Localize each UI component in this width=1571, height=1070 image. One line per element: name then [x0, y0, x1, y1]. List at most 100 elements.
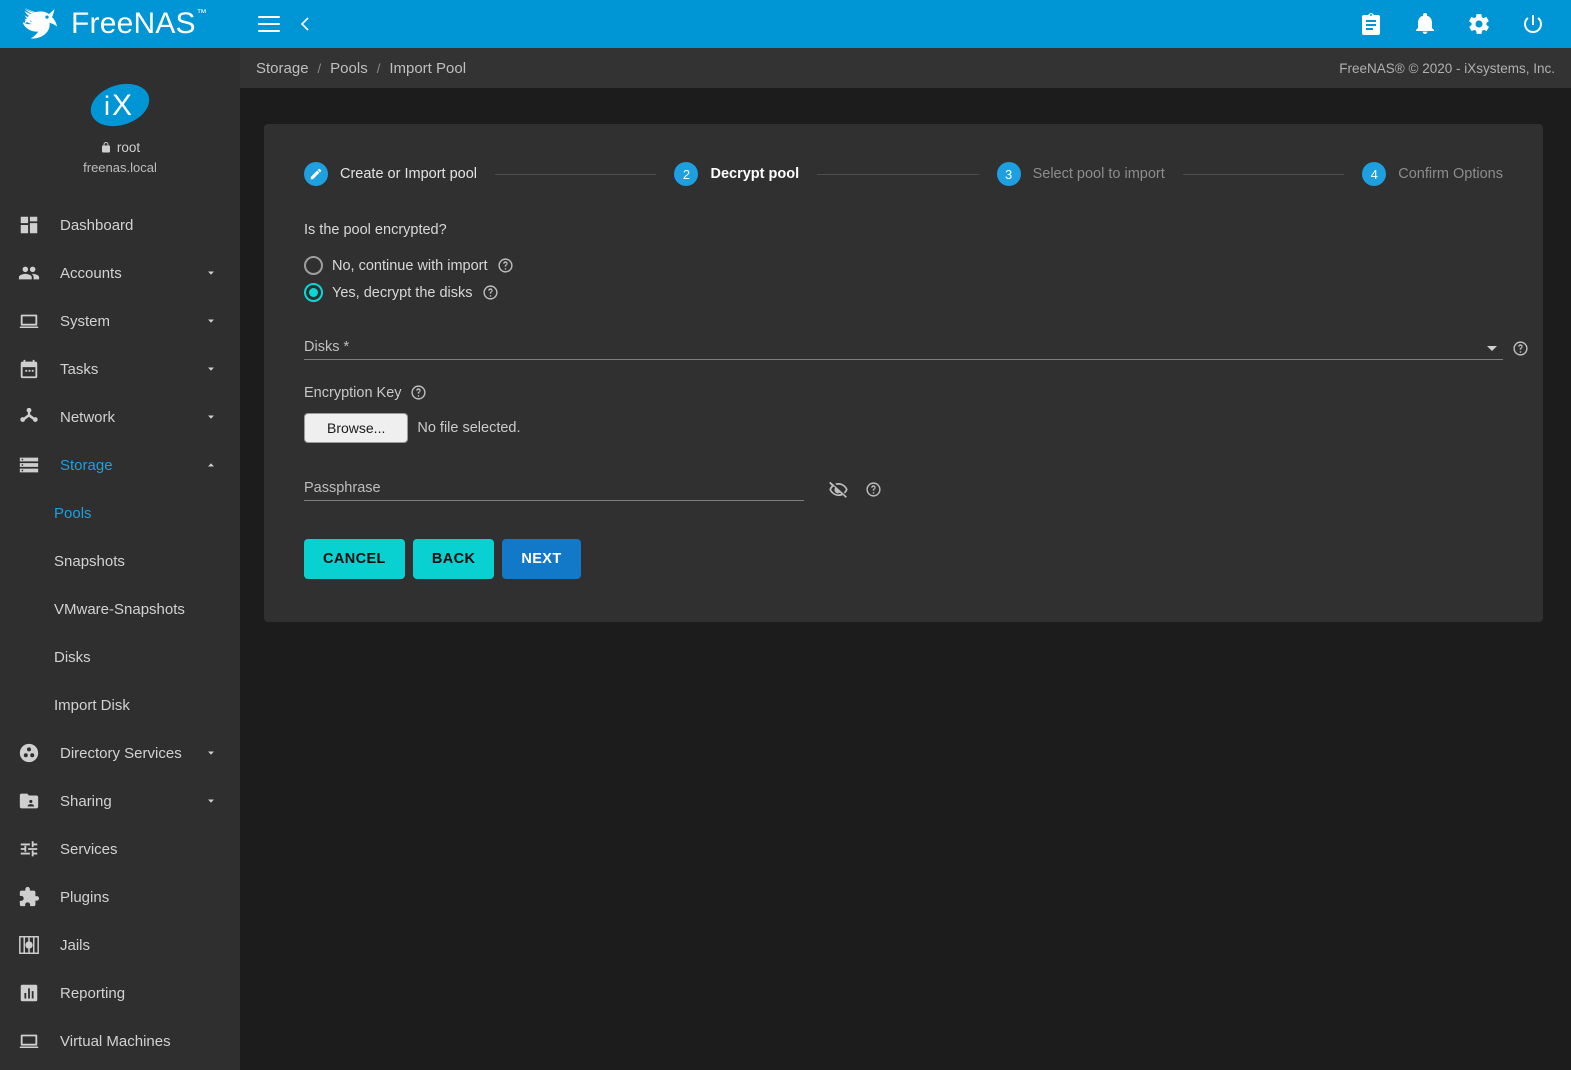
- chevron-down-icon[interactable]: [204, 410, 218, 424]
- sidebar-navigation: i X root freenas.local Dashboard: [0, 48, 240, 1070]
- settings-gear-icon[interactable]: [1467, 12, 1491, 36]
- breadcrumb-item-storage[interactable]: Storage: [256, 60, 309, 77]
- sidebar-item-label: Reporting: [60, 985, 240, 1002]
- sidebar-item-label: Plugins: [60, 889, 240, 906]
- sidebar-item-tasks[interactable]: Tasks: [0, 345, 240, 393]
- sidebar-item-import-disk[interactable]: Import Disk: [0, 681, 240, 729]
- encryption-key-label-row: Encryption Key: [304, 384, 1503, 401]
- breadcrumb-bar: Storage / Pools / Import Pool FreeNAS® ©…: [240, 48, 1571, 88]
- sidebar-item-jails[interactable]: Jails: [0, 921, 240, 969]
- disks-select-field[interactable]: Disks *: [304, 332, 1503, 360]
- chevron-left-icon[interactable]: [296, 14, 316, 34]
- sidebar-item-storage[interactable]: Storage: [0, 441, 240, 489]
- wizard-step-4-number: 4: [1362, 162, 1386, 186]
- trademark-symbol: ™: [197, 9, 207, 19]
- ixsystems-logo-icon: i X: [89, 80, 151, 130]
- accounts-people-icon: [14, 261, 44, 285]
- sidebar-item-disks[interactable]: Disks: [0, 633, 240, 681]
- sidebar-item-dashboard[interactable]: Dashboard: [0, 201, 240, 249]
- power-icon[interactable]: [1521, 12, 1545, 36]
- chevron-down-icon[interactable]: [204, 362, 218, 376]
- chevron-down-icon[interactable]: [204, 794, 218, 808]
- chevron-down-icon[interactable]: [204, 266, 218, 280]
- profile-username-row: root: [0, 140, 240, 155]
- passphrase-placeholder: Passphrase: [304, 480, 381, 500]
- brand-logo-area[interactable]: FreeNAS ™: [0, 0, 240, 48]
- sharing-folder-icon: [14, 789, 44, 813]
- radio-option-label: No, continue with import: [332, 258, 488, 274]
- radio-option-no-continue-import[interactable]: No, continue with import: [304, 252, 1503, 279]
- storage-stack-icon: [14, 453, 44, 477]
- stepper-connector-3: [1183, 174, 1344, 175]
- sidebar-item-system[interactable]: System: [0, 297, 240, 345]
- sidebar-item-directory-services[interactable]: Directory Services: [0, 729, 240, 777]
- encryption-key-label: Encryption Key: [304, 385, 402, 401]
- eye-off-icon[interactable]: [828, 479, 849, 500]
- breadcrumb-item-pools[interactable]: Pools: [330, 60, 368, 77]
- chevron-up-icon[interactable]: [204, 458, 218, 472]
- browse-button[interactable]: Browse...: [304, 413, 408, 443]
- sidebar-item-label: Tasks: [60, 361, 204, 378]
- sidebar-item-vmware-snapshots[interactable]: VMware-Snapshots: [0, 585, 240, 633]
- sidebar-item-label: Dashboard: [60, 217, 240, 234]
- lock-icon: [100, 141, 112, 154]
- profile-hostname: freenas.local: [0, 160, 240, 175]
- back-button[interactable]: BACK: [413, 539, 495, 579]
- wizard-step-3[interactable]: 3 Select pool to import: [997, 162, 1165, 186]
- sidebar-item-plugins[interactable]: Plugins: [0, 873, 240, 921]
- jails-icon: [14, 933, 44, 957]
- wizard-step-2[interactable]: 2 Decrypt pool: [674, 162, 799, 186]
- sidebar-item-accounts[interactable]: Accounts: [0, 249, 240, 297]
- freenas-fish-logo-icon: [22, 7, 62, 41]
- topbar-right-controls: [1359, 12, 1571, 36]
- wizard-step-2-label: Decrypt pool: [710, 166, 799, 182]
- help-circle-icon[interactable]: [497, 257, 514, 274]
- breadcrumb-separator: /: [318, 61, 322, 76]
- chevron-down-icon[interactable]: [204, 746, 218, 760]
- dropdown-caret-icon[interactable]: [1487, 346, 1497, 351]
- passphrase-input[interactable]: Passphrase: [304, 473, 804, 501]
- help-circle-icon[interactable]: [865, 481, 882, 498]
- stepper-connector-2: [817, 174, 978, 175]
- reporting-chart-icon: [14, 981, 44, 1005]
- notifications-bell-icon[interactable]: [1413, 12, 1437, 36]
- sidebar-item-services[interactable]: Services: [0, 825, 240, 873]
- sidebar-item-label: Jails: [60, 937, 240, 954]
- stepper-connector-1: [495, 174, 656, 175]
- chevron-down-icon[interactable]: [204, 314, 218, 328]
- sidebar-item-reporting[interactable]: Reporting: [0, 969, 240, 1017]
- network-icon: [14, 405, 44, 429]
- help-circle-icon[interactable]: [482, 284, 499, 301]
- wizard-stepper: Create or Import pool 2 Decrypt pool 3 S…: [304, 154, 1503, 198]
- sidebar-subitem-label: Disks: [54, 649, 91, 666]
- directory-services-icon: [14, 741, 44, 765]
- hamburger-menu-icon[interactable]: [258, 16, 280, 32]
- next-button[interactable]: NEXT: [502, 539, 580, 579]
- sidebar-item-pools[interactable]: Pools: [0, 489, 240, 537]
- wizard-step-3-number: 3: [997, 162, 1021, 186]
- help-circle-icon[interactable]: [1512, 340, 1529, 357]
- radio-button-checked[interactable]: [304, 283, 323, 302]
- sidebar-item-snapshots[interactable]: Snapshots: [0, 537, 240, 585]
- sidebar-item-virtual-machines[interactable]: Virtual Machines: [0, 1017, 240, 1065]
- radio-button-unchecked[interactable]: [304, 256, 323, 275]
- sidebar-subitem-label: Snapshots: [54, 553, 125, 570]
- tasks-clipboard-icon[interactable]: [1359, 12, 1383, 36]
- passphrase-field[interactable]: Passphrase: [304, 473, 804, 501]
- breadcrumb-item-import-pool: Import Pool: [389, 60, 466, 77]
- sidebar-item-label: Virtual Machines: [60, 1033, 240, 1050]
- disks-select-control[interactable]: Disks *: [304, 332, 1503, 360]
- freenas-app-window: FreeNAS ™: [0, 0, 1571, 1070]
- sidebar-item-network[interactable]: Network: [0, 393, 240, 441]
- dashboard-icon: [14, 213, 44, 237]
- cancel-button[interactable]: CANCEL: [304, 539, 405, 579]
- radio-option-yes-decrypt-disks[interactable]: Yes, decrypt the disks: [304, 279, 1503, 306]
- wizard-step-1[interactable]: Create or Import pool: [304, 162, 477, 186]
- brand-name: FreeNAS ™: [71, 7, 196, 41]
- wizard-step-4[interactable]: 4 Confirm Options: [1362, 162, 1503, 186]
- sidebar-subitem-label: Pools: [54, 505, 92, 522]
- help-circle-icon[interactable]: [410, 384, 427, 401]
- pencil-edit-icon: [304, 162, 328, 186]
- sidebar-item-label: Directory Services: [60, 745, 204, 762]
- sidebar-item-sharing[interactable]: Sharing: [0, 777, 240, 825]
